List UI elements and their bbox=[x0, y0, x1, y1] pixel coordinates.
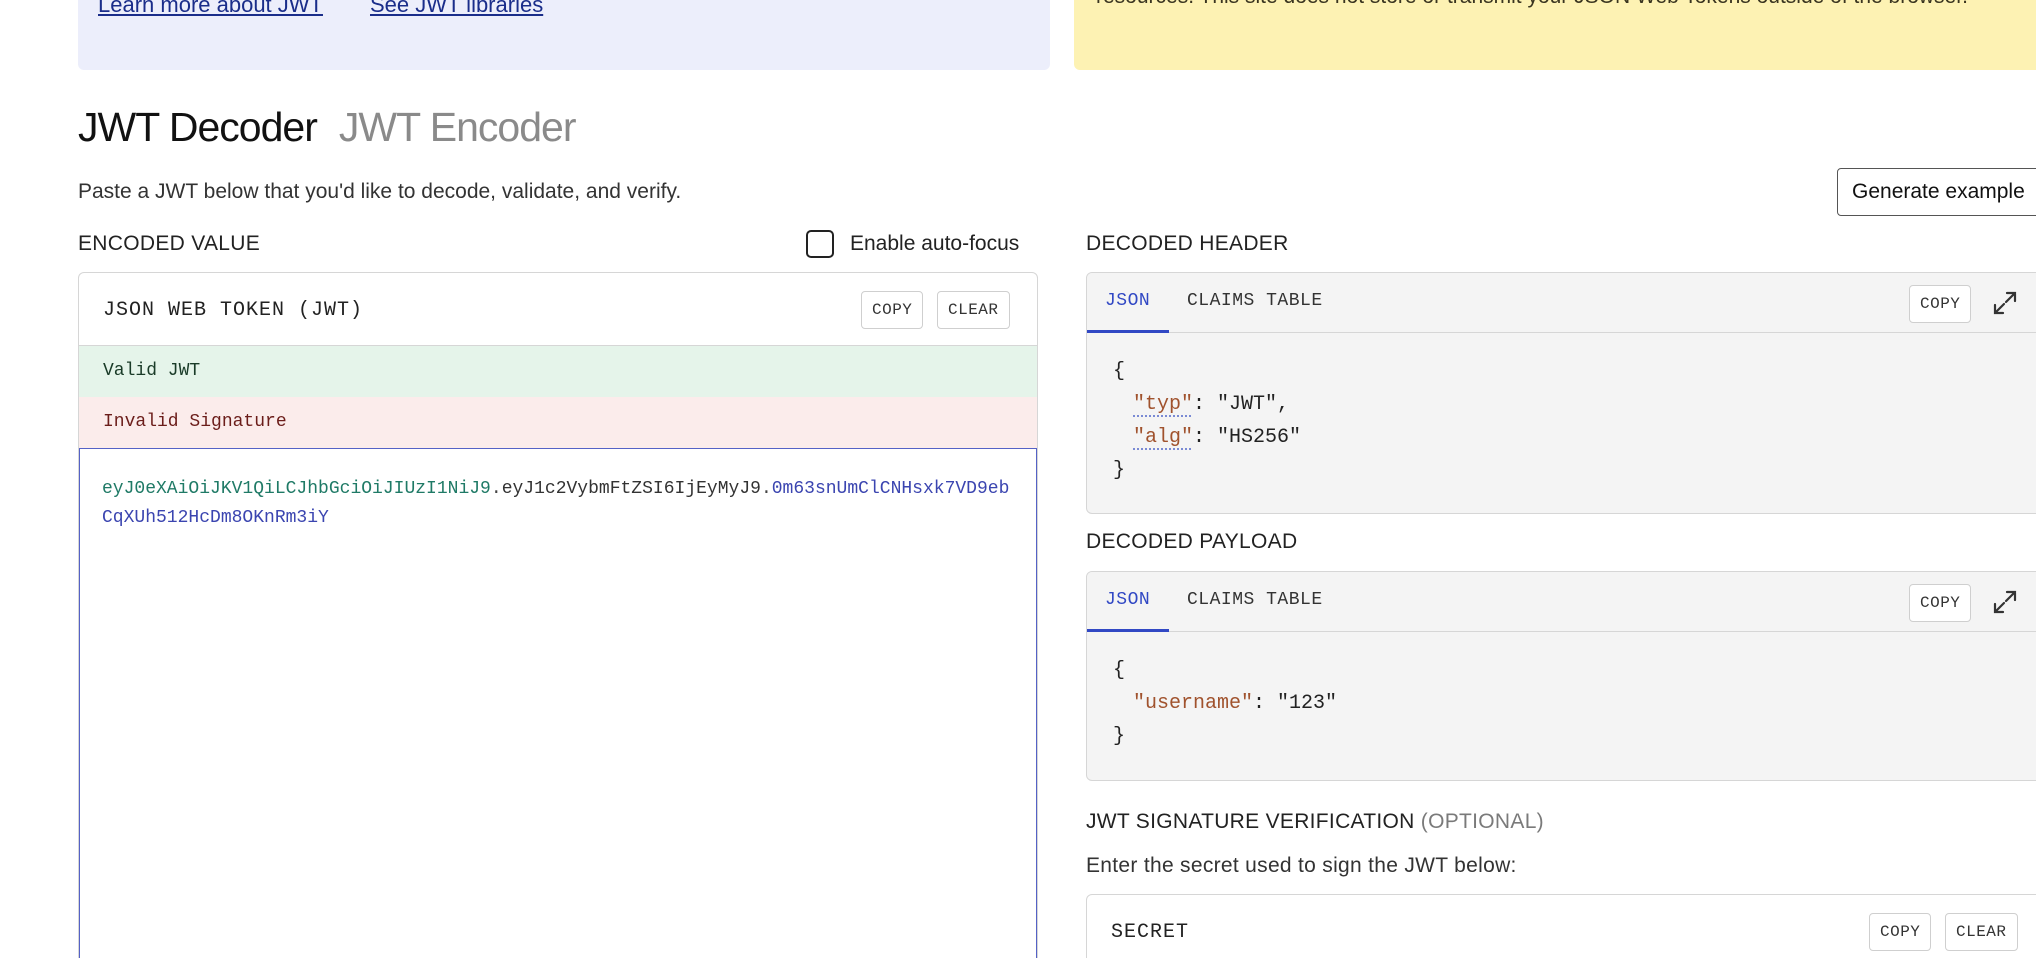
json-value: "HS256" bbox=[1217, 426, 1302, 449]
token-separator: . bbox=[490, 479, 502, 499]
valid-jwt-status: Valid JWT bbox=[79, 346, 1037, 397]
encoded-panel-title: JSON WEB TOKEN (JWT) bbox=[103, 299, 364, 322]
json-key: "typ" bbox=[1133, 393, 1194, 416]
notice-banner: resources. This site does not store or t… bbox=[1074, 0, 2036, 70]
decoded-header-tabs: JSON CLAIMS TABLE COPY bbox=[1087, 273, 2036, 333]
json-key: "alg" bbox=[1133, 426, 1194, 449]
expand-icon[interactable] bbox=[1991, 289, 2019, 317]
invalid-signature-status: Invalid Signature bbox=[79, 397, 1037, 448]
token-input[interactable]: eyJ0eXAiOiJKV1QiLCJhbGciOiJIUzI1NiJ9.eyJ… bbox=[79, 448, 1037, 958]
expand-icon[interactable] bbox=[1991, 588, 2019, 616]
encoded-panel: JSON WEB TOKEN (JWT) COPY CLEAR Valid JW… bbox=[78, 272, 1038, 958]
tab-payload-json[interactable]: JSON bbox=[1087, 572, 1169, 632]
clear-secret-button[interactable]: CLEAR bbox=[1945, 913, 2018, 951]
autofocus-checkbox[interactable] bbox=[806, 230, 834, 258]
tab-jwt-encoder[interactable]: JWT Encoder bbox=[339, 104, 577, 150]
secret-title: SECRET bbox=[1111, 921, 1190, 944]
token-payload-part: eyJ1c2VybmFtZSI6IjEyMyJ9 bbox=[501, 479, 761, 499]
json-key: "username" bbox=[1133, 692, 1254, 715]
json-value: "JWT" bbox=[1217, 393, 1278, 416]
clear-token-button[interactable]: CLEAR bbox=[937, 291, 1010, 329]
decoded-payload-tabs: JSON CLAIMS TABLE COPY bbox=[1087, 572, 2036, 632]
json-close-brace: } bbox=[1113, 459, 1126, 482]
learn-more-link[interactable]: Learn more about JWT bbox=[98, 0, 323, 18]
tab-header-json[interactable]: JSON bbox=[1087, 273, 1169, 333]
secret-panel: SECRET COPY CLEAR bbox=[1086, 894, 2036, 958]
json-row-alg: "alg": "HS256" bbox=[1133, 426, 1302, 449]
decoded-header-label: DECODED HEADER bbox=[1086, 232, 1289, 255]
notice-text: resources. This site does not store or t… bbox=[1096, 0, 2036, 14]
encoded-value-label: ENCODED VALUE bbox=[78, 232, 261, 255]
decoded-header-json: { "typ": "JWT", "alg": "HS256" } bbox=[1113, 355, 1301, 487]
encoded-panel-header: JSON WEB TOKEN (JWT) COPY CLEAR bbox=[79, 273, 1037, 346]
tab-jwt-decoder[interactable]: JWT Decoder bbox=[78, 104, 318, 150]
decoded-header-panel: JSON CLAIMS TABLE COPY { "typ": "JWT", "… bbox=[1086, 272, 2036, 514]
json-open-brace: { bbox=[1113, 659, 1126, 682]
decoded-payload-label: DECODED PAYLOAD bbox=[1086, 530, 1298, 553]
json-row-username: "username": "123" bbox=[1133, 692, 1338, 715]
json-row-typ: "typ": "JWT", bbox=[1133, 393, 1290, 416]
decoded-payload-panel: JSON CLAIMS TABLE COPY { "username": "12… bbox=[1086, 571, 2036, 781]
copy-header-button[interactable]: COPY bbox=[1909, 285, 1972, 323]
tab-header-claims-table[interactable]: CLAIMS TABLE bbox=[1187, 273, 1323, 333]
page-subtitle: Paste a JWT below that you'd like to dec… bbox=[78, 180, 682, 203]
jwt-libraries-link[interactable]: See JWT libraries bbox=[370, 0, 543, 18]
signature-title: JWT SIGNATURE VERIFICATION bbox=[1086, 810, 1415, 833]
secret-instructions: Enter the secret used to sign the JWT be… bbox=[1086, 854, 1517, 877]
autofocus-toggle[interactable]: Enable auto-focus bbox=[806, 230, 1019, 258]
json-value: "123" bbox=[1277, 692, 1338, 715]
tab-payload-claims-table[interactable]: CLAIMS TABLE bbox=[1187, 572, 1323, 632]
json-open-brace: { bbox=[1113, 360, 1126, 383]
autofocus-label: Enable auto-focus bbox=[850, 232, 1020, 255]
decoded-payload-json: { "username": "123" } bbox=[1113, 654, 1337, 753]
copy-payload-button[interactable]: COPY bbox=[1909, 584, 1972, 622]
info-banner: Learn more about JWT See JWT libraries bbox=[78, 0, 1050, 70]
copy-token-button[interactable]: COPY bbox=[861, 291, 924, 329]
generate-example-button[interactable]: Generate example bbox=[1837, 168, 2036, 216]
copy-secret-button[interactable]: COPY bbox=[1869, 913, 1932, 951]
json-close-brace: } bbox=[1113, 725, 1126, 748]
token-separator: . bbox=[760, 479, 772, 499]
token-header-part: eyJ0eXAiOiJKV1QiLCJhbGciOiJIUzI1NiJ9 bbox=[102, 479, 491, 499]
optional-tag: (OPTIONAL) bbox=[1420, 810, 1544, 833]
mode-tabs: JWT Decoder JWT Encoder bbox=[78, 104, 577, 151]
signature-verification-label: JWT SIGNATURE VERIFICATION (OPTIONAL) bbox=[1086, 810, 1544, 834]
